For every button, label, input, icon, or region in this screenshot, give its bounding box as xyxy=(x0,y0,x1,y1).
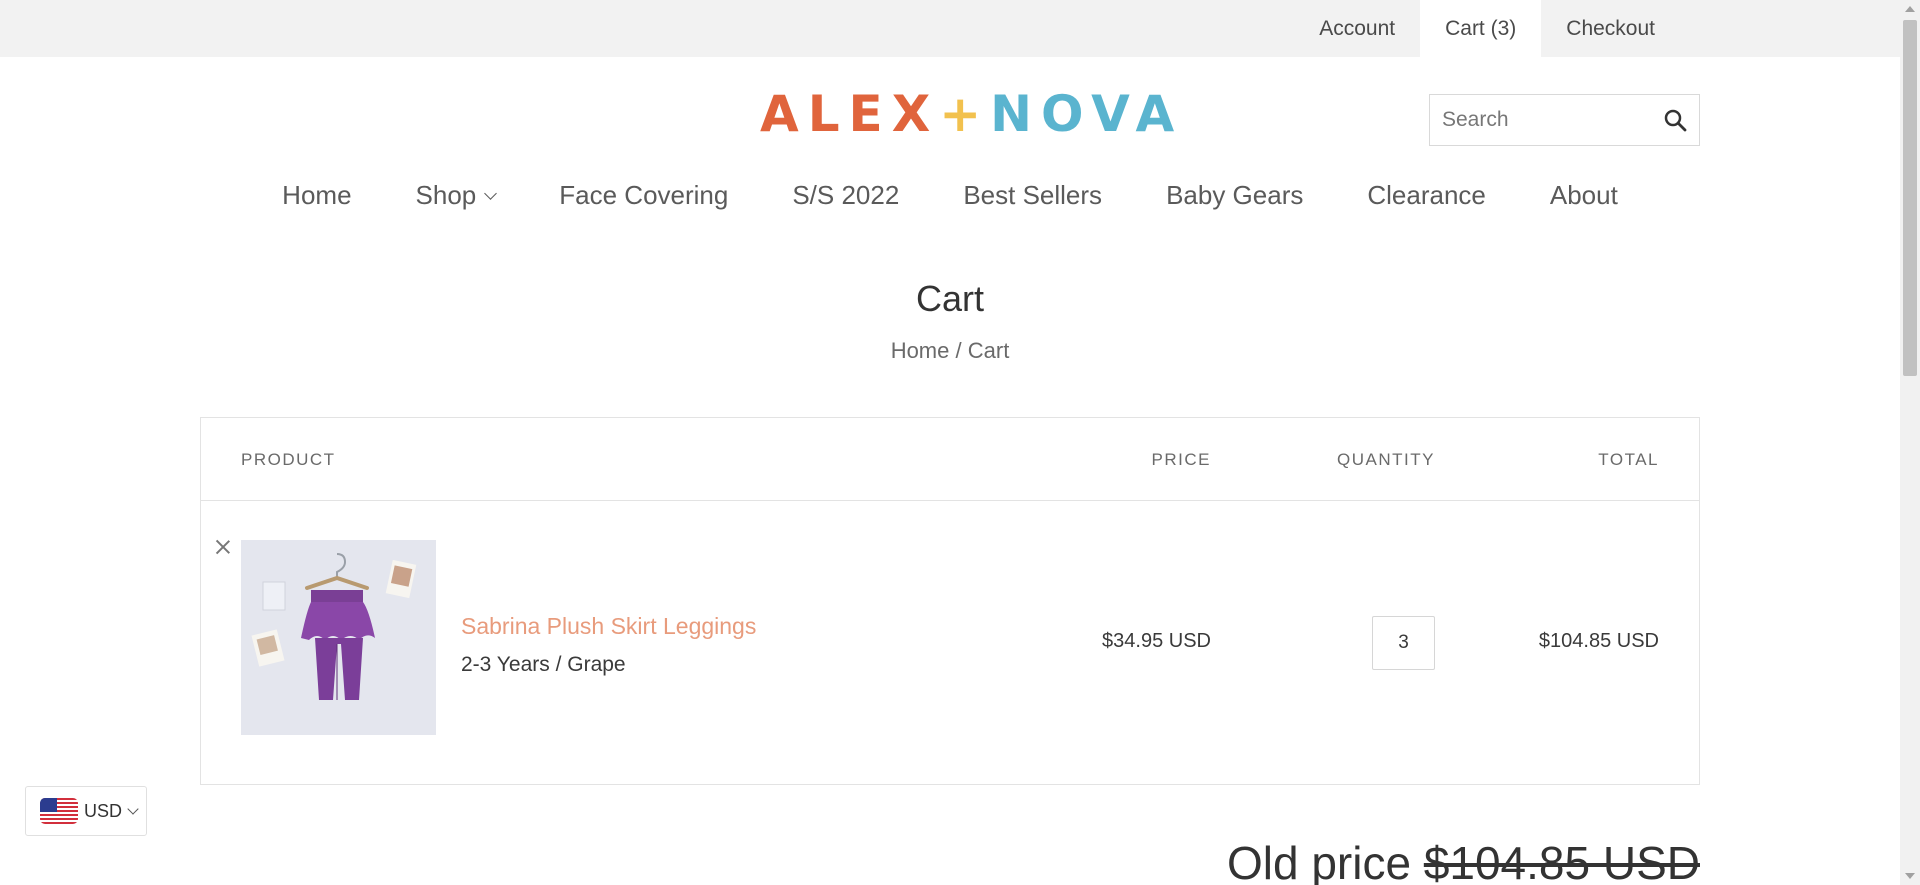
product-name-link[interactable]: Sabrina Plush Skirt Leggings xyxy=(461,613,756,640)
nav-item-best-sellers[interactable]: Best Sellers xyxy=(931,170,1134,220)
scroll-up-icon[interactable] xyxy=(1905,6,1915,12)
header-total: TOTAL xyxy=(1598,450,1659,469)
page-scrollbar[interactable] xyxy=(1900,0,1920,885)
account-link[interactable]: Account xyxy=(1294,0,1420,57)
nav-item-about[interactable]: About xyxy=(1518,170,1650,220)
nav-item-shop[interactable]: Shop xyxy=(384,170,528,220)
currency-selector[interactable]: USD xyxy=(25,786,147,836)
product-variant: 2-3 Years / Grape xyxy=(461,653,626,676)
line-total: $104.85 USD xyxy=(1538,630,1659,652)
us-flag-icon xyxy=(40,798,78,824)
nav-item-face-covering[interactable]: Face Covering xyxy=(527,170,760,220)
breadcrumb-home-link[interactable]: Home xyxy=(891,338,950,363)
nav-item-baby-gears[interactable]: Baby Gears xyxy=(1134,170,1335,220)
breadcrumb: Home / Cart xyxy=(0,338,1900,364)
nav-label: Face Covering xyxy=(559,180,729,210)
product-image[interactable] xyxy=(241,540,436,735)
utility-bar: Account Cart (3) Checkout xyxy=(0,0,1900,57)
logo-text-alex: ALEX xyxy=(760,85,940,143)
logo-plus: + xyxy=(939,85,991,143)
old-price-label: Old price xyxy=(1226,837,1412,885)
breadcrumb-separator: / xyxy=(955,338,962,363)
site-logo[interactable]: ALEX+NOVA xyxy=(760,85,1174,143)
nav-item-clearance[interactable]: Clearance xyxy=(1335,170,1518,220)
old-price: Old price $104.85 USD xyxy=(1227,835,1700,885)
scroll-down-icon[interactable] xyxy=(1905,873,1915,879)
nav-label: Baby Gears xyxy=(1166,180,1304,210)
chevron-down-icon xyxy=(484,186,498,200)
nav-label: Clearance xyxy=(1367,180,1486,210)
page-title: Cart xyxy=(915,278,984,319)
cart-link[interactable]: Cart (3) xyxy=(1420,0,1542,57)
checkout-link[interactable]: Checkout xyxy=(1541,0,1680,57)
currency-code: USD xyxy=(84,800,123,821)
chevron-down-icon xyxy=(127,803,139,815)
logo-text-nova: NOVA xyxy=(990,85,1184,143)
search-box xyxy=(1429,94,1700,146)
nav-item-ss-2022[interactable]: S/S 2022 xyxy=(760,170,931,220)
leggings-image xyxy=(241,540,436,735)
search-icon[interactable] xyxy=(1663,108,1687,132)
nav-label: Home xyxy=(282,180,352,210)
old-price-value: $104.85 USD xyxy=(1423,837,1700,885)
nav-label: About xyxy=(1549,180,1618,210)
cart-table: PRODUCT PRICE QUANTITY TOTAL Sabrina Plu… xyxy=(200,417,1700,785)
search-input[interactable] xyxy=(1442,95,1652,145)
header-quantity: QUANTITY xyxy=(1337,450,1435,469)
nav-label: Shop xyxy=(415,180,477,210)
cart-table-header: PRODUCT PRICE QUANTITY TOTAL xyxy=(201,418,1699,501)
breadcrumb-current: Cart xyxy=(967,338,1010,363)
nav-label: Best Sellers xyxy=(963,180,1103,210)
remove-item-icon[interactable] xyxy=(214,538,232,556)
nav-item-home[interactable]: Home xyxy=(250,170,383,220)
quantity-input[interactable] xyxy=(1372,616,1435,670)
main-nav: Home Shop Face Covering S/S 2022 Best Se… xyxy=(0,170,1900,220)
header-price: PRICE xyxy=(1151,450,1211,469)
utility-links: Account Cart (3) Checkout xyxy=(1294,0,1680,57)
product-price: $34.95 USD xyxy=(1102,630,1211,652)
scrollbar-thumb[interactable] xyxy=(1903,20,1917,376)
nav-label: S/S 2022 xyxy=(792,180,900,210)
header-product: PRODUCT xyxy=(241,450,336,469)
